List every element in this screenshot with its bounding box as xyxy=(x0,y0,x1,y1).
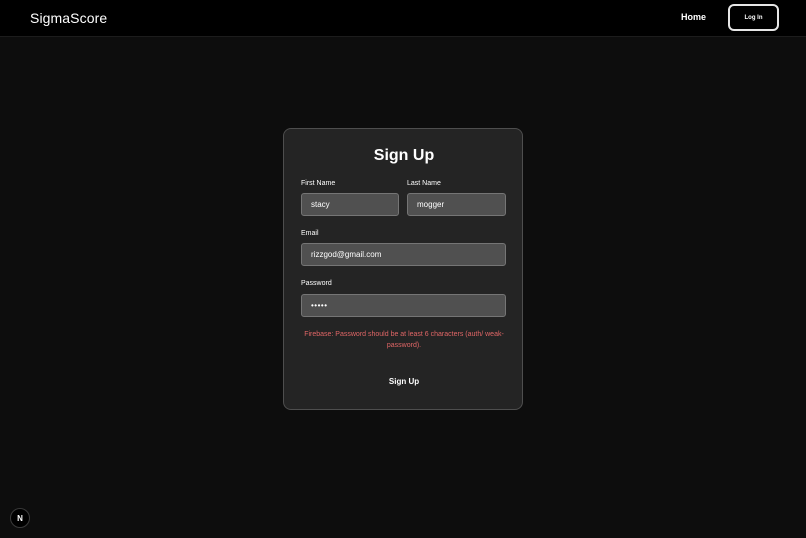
password-label: Password xyxy=(301,280,332,287)
first-name-label: First Name xyxy=(301,180,336,187)
signup-card: Sign Up First Name stacy Last Name mogge… xyxy=(283,128,523,410)
brand-logo-text[interactable]: SigmaScore xyxy=(30,10,107,26)
last-name-label: Last Name xyxy=(407,180,441,187)
email-input[interactable]: rizzgod@gmail.com xyxy=(301,243,506,266)
page: SigmaScore Home Log In Sign Up First Nam… xyxy=(0,0,806,538)
error-message: Firebase: Password should be at least 6 … xyxy=(304,331,504,349)
dev-badge-label: N xyxy=(17,513,23,523)
email-label: Email xyxy=(301,230,319,237)
signup-submit-button[interactable]: Sign Up xyxy=(364,373,444,389)
top-navbar: SigmaScore Home Log In xyxy=(0,0,806,37)
last-name-input[interactable]: mogger xyxy=(407,193,506,216)
nextjs-icon[interactable]: N xyxy=(10,508,30,528)
first-name-input[interactable]: stacy xyxy=(301,193,399,216)
password-input[interactable]: ••••• xyxy=(301,294,506,317)
login-button[interactable]: Log In xyxy=(728,4,779,31)
nav-home-link[interactable]: Home xyxy=(681,12,706,22)
signup-title: Sign Up xyxy=(373,147,435,164)
